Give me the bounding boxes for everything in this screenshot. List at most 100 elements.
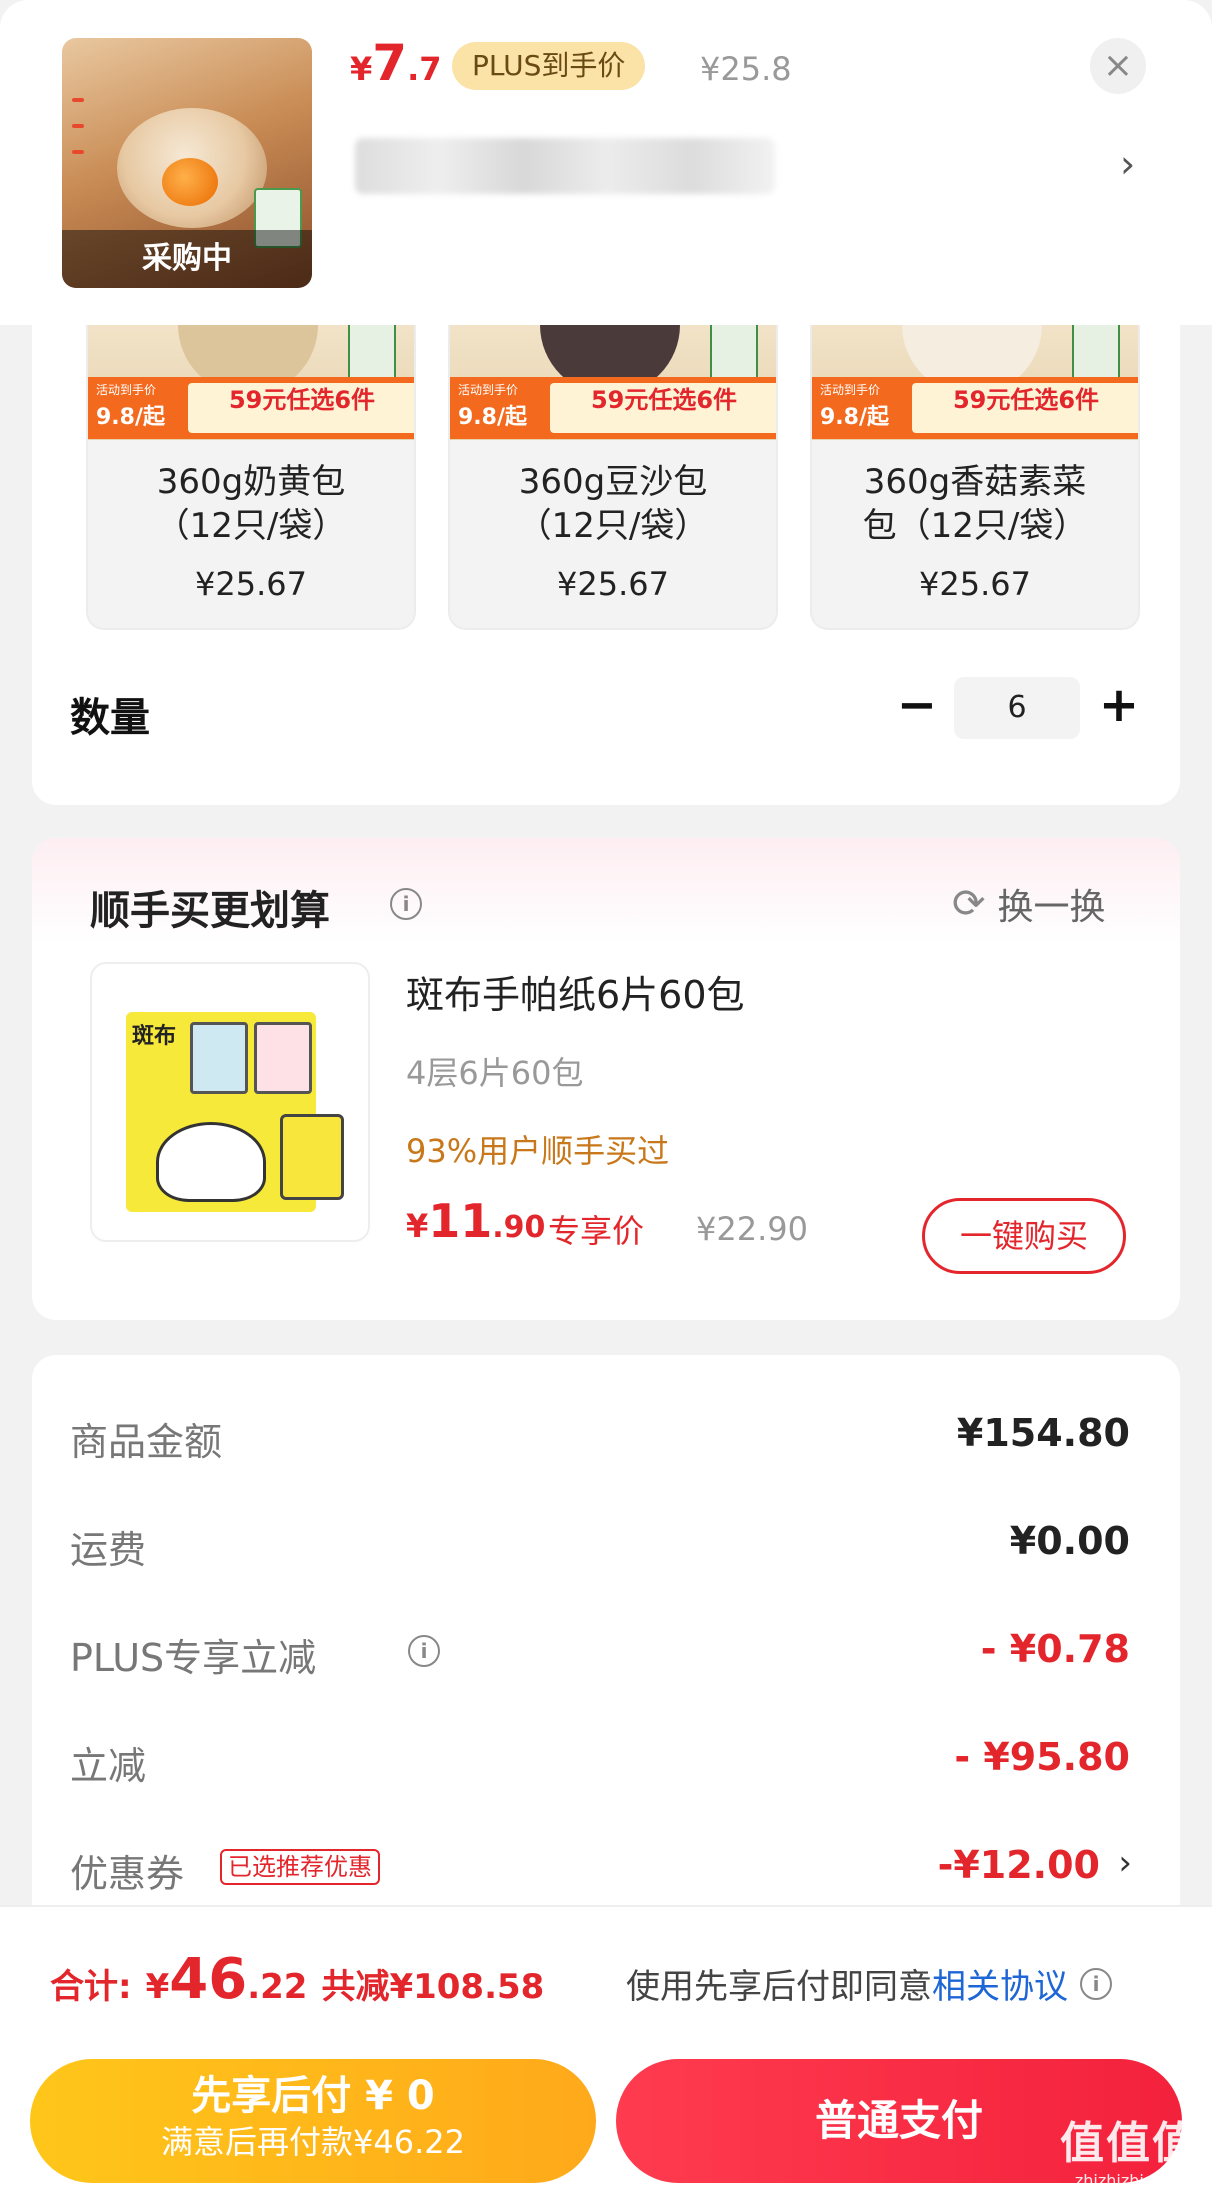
instant-discount-value: - ¥95.80: [954, 1735, 1130, 1779]
thumb-tag: [72, 124, 84, 128]
quantity-increase-button[interactable]: +: [1094, 677, 1144, 733]
plus-discount-value: - ¥0.78: [980, 1627, 1130, 1671]
total-integer: 46: [169, 1947, 248, 2012]
price-integer: 11: [428, 1194, 493, 1248]
promo-from-price: 9.8/起: [458, 405, 528, 430]
plus-discount-label: PLUS专享立减: [70, 1636, 317, 1680]
product-option[interactable]: 活动到手价 9.8/起 59元任选6件 360g豆沙包 （12只/袋） ¥25.67: [448, 325, 778, 630]
thumb-tag: [72, 98, 84, 102]
info-icon[interactable]: i: [1080, 1967, 1112, 2000]
product-header: 采购中 ¥ 7 .7 PLUS到手价 ¥25.8 × ›: [0, 0, 1212, 325]
goods-amount-value: ¥154.80: [956, 1411, 1130, 1455]
product-selection-card: 活动到手价 9.8/起 59元任选6件 360g奶黄包 （12只/袋） ¥25.…: [32, 325, 1180, 805]
instant-discount-row: 立减 - ¥95.80: [70, 1729, 1130, 1789]
addon-recommendation-card: 顺手买更划算 i ⟳ 换一换 斑布 斑布手帕纸6片60包 4层6片60包 93%…: [32, 838, 1180, 1320]
agreement-link[interactable]: 相关协议: [932, 1959, 1068, 2008]
product-price: ¥25.67: [557, 565, 669, 603]
promo-deal-text: 59元任选6件: [228, 386, 376, 414]
goods-amount-label: 商品金额: [70, 1420, 223, 1464]
agreement-text: 使用先享后付即同意: [626, 1967, 932, 2007]
addon-title: 顺手买更划算: [90, 888, 330, 934]
info-icon[interactable]: i: [408, 1635, 440, 1667]
thumb-tag: [72, 150, 84, 154]
product-option[interactable]: 活动到手价 9.8/起 59元任选6件 360g奶黄包 （12只/袋） ¥25.…: [86, 325, 416, 630]
price-integer: 7: [372, 34, 408, 92]
exclusive-price-label: 专享价: [548, 1212, 645, 1250]
addon-social-proof: 93%用户顺手买过: [406, 1132, 670, 1170]
total-saved: 共减¥108.58: [321, 1967, 545, 2007]
product-thumbnail[interactable]: 采购中: [62, 38, 312, 288]
price-currency: ¥: [350, 50, 373, 88]
product-name: 360g香菇素菜 包（12只/袋）: [812, 460, 1138, 548]
coupon-value: -¥12.00: [937, 1843, 1100, 1887]
tissue-pack-image: [280, 1114, 344, 1200]
checkout-bar: 合计: ¥ 46 .22 共减¥108.58 使用先享后付即同意 相关协议 i …: [0, 1905, 1212, 2198]
product-name-line1: 360g奶黄包: [156, 462, 346, 502]
watermark-url: zhizhizhi.com: [1074, 2171, 1184, 2190]
addon-price: ¥ 11 .90: [406, 1194, 545, 1248]
addon-product-image[interactable]: 斑布: [90, 962, 370, 1242]
promo-deal: 59元任选6件: [912, 383, 1138, 433]
chevron-right-icon[interactable]: ›: [1120, 142, 1135, 186]
promo-banner: 活动到手价 9.8/起 59元任选6件: [450, 377, 776, 439]
promo-deal: 59元任选6件: [188, 383, 414, 433]
refresh-label: 换一换: [997, 887, 1106, 928]
coupon-recommended-tag: 已选推荐优惠: [220, 1849, 380, 1885]
promo-activity: 活动到手价: [458, 383, 519, 397]
promo-deal: 59元任选6件: [550, 383, 776, 433]
shipping-label: 运费: [70, 1528, 147, 1572]
chevron-right-icon[interactable]: ›: [1118, 1843, 1132, 1883]
close-icon: ×: [1102, 45, 1134, 86]
goods-amount-row: 商品金额 ¥154.80: [70, 1405, 1130, 1465]
product-name-line1: 360g豆沙包: [518, 462, 708, 502]
total-currency: ¥: [145, 1967, 170, 2007]
close-button[interactable]: ×: [1090, 38, 1146, 94]
pay-later-title: 先享后付 ¥ 0: [191, 2073, 435, 2119]
cat-illustration: [156, 1122, 266, 1202]
one-click-buy-button[interactable]: 一键购买: [922, 1198, 1126, 1274]
promo-deal-text: 59元任选6件: [590, 386, 738, 414]
yolk-image: [162, 158, 218, 206]
coupon-row[interactable]: 优惠券 已选推荐优惠 -¥12.00 ›: [70, 1837, 1132, 1897]
original-price: ¥25.8: [700, 50, 792, 88]
addon-product-name[interactable]: 斑布手帕纸6片60包: [406, 964, 745, 1019]
price-decimal: .90: [492, 1210, 546, 1245]
product-option[interactable]: 活动到手价 9.8/起 59元任选6件 360g香菇素菜 包（12只/袋） ¥25.67: [810, 325, 1140, 630]
product-name-line2: （12只/袋）: [517, 506, 709, 546]
product-name-line2: （12只/袋）: [155, 506, 347, 546]
watermark: 值值值 zhizhizhi.com: [1060, 2107, 1198, 2190]
promo-banner: 活动到手价 9.8/起 59元任选6件: [812, 377, 1138, 439]
shipping-value: ¥0.00: [1009, 1519, 1130, 1563]
total-decimal: .22: [247, 1967, 308, 2007]
shipping-row: 运费 ¥0.00: [70, 1513, 1130, 1573]
total-label: 合计:: [50, 1967, 132, 2007]
price-decimal: .7: [407, 50, 442, 88]
watermark-logo: 值值值: [1060, 2118, 1198, 2169]
selected-spec-blurred[interactable]: [355, 138, 775, 194]
quantity-decrease-button[interactable]: −: [892, 677, 942, 733]
refresh-icon: ⟳: [952, 881, 986, 927]
addon-product-spec: 4层6片60包: [406, 1054, 584, 1092]
plus-price: ¥ 7 .7: [350, 34, 441, 92]
promo-from-price: 9.8/起: [96, 405, 166, 430]
buying-badge: 采购中: [62, 230, 312, 288]
brand-logo: 斑布: [132, 1024, 177, 1049]
product-name: 360g豆沙包 （12只/袋）: [450, 460, 776, 548]
price-summary-card: 商品金额 ¥154.80 运费 ¥0.00 PLUS专享立减 i - ¥0.78…: [32, 1355, 1180, 1915]
box-art: [254, 1022, 312, 1094]
box-art: [190, 1022, 248, 1094]
quantity-input[interactable]: 6: [954, 677, 1080, 739]
product-name-line1: 360g香菇素菜: [863, 462, 1087, 502]
promo-banner: 活动到手价 9.8/起 59元任选6件: [88, 377, 414, 439]
addon-original-price: ¥22.90: [696, 1210, 808, 1248]
pay-later-button[interactable]: 先享后付 ¥ 0 满意后再付款¥46.22: [30, 2059, 596, 2183]
product-price: ¥25.67: [195, 565, 307, 603]
plus-price-badge: PLUS到手价: [452, 42, 646, 90]
instant-discount-label: 立减: [70, 1744, 147, 1788]
promo-deal-text: 59元任选6件: [952, 386, 1100, 414]
info-icon[interactable]: i: [390, 888, 422, 920]
agreement-notice: 使用先享后付即同意 相关协议 i: [626, 1959, 1112, 2008]
refresh-button[interactable]: ⟳ 换一换: [952, 878, 1106, 930]
promo-activity: 活动到手价: [820, 383, 881, 397]
order-total: 合计: ¥ 46 .22 共减¥108.58: [50, 1947, 544, 2012]
